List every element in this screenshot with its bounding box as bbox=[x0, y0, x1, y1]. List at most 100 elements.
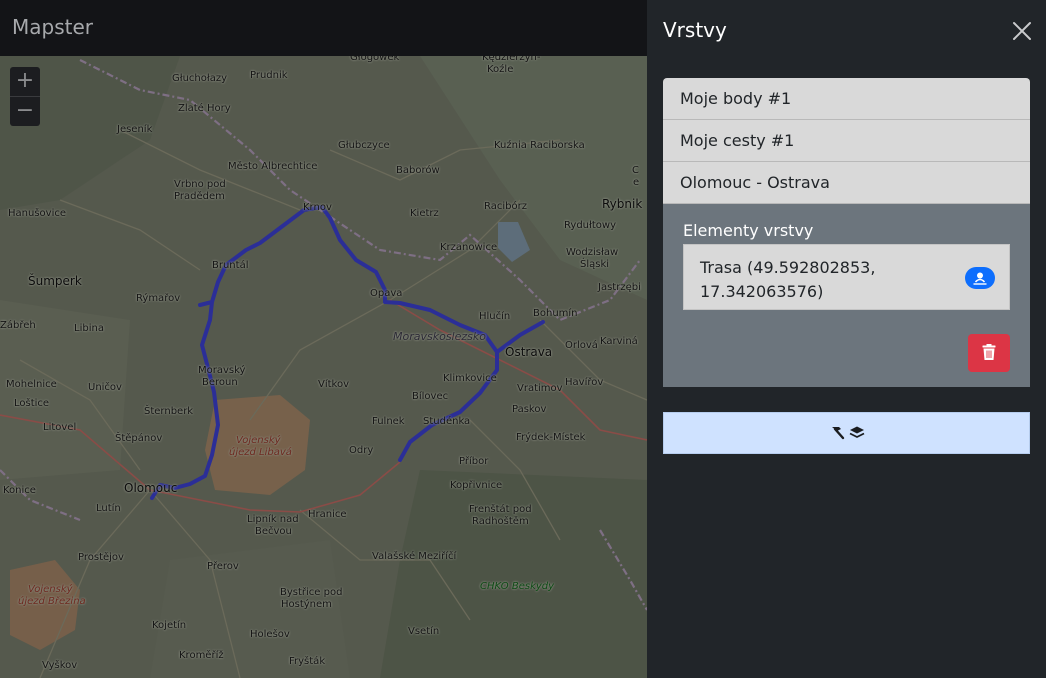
map-tiles bbox=[0, 56, 647, 678]
map-label-bystrice-2: Hostýnem bbox=[281, 599, 332, 610]
map-label-pribor: Příbor bbox=[459, 456, 489, 467]
map-label-opava: Opava bbox=[370, 288, 403, 299]
layer-list: Moje body #1 Moje cesty #1 Olomouc - Ost… bbox=[663, 78, 1030, 387]
map-label-bystrice-1: Bystřice pod bbox=[280, 587, 343, 598]
map-label-bruntal: Bruntál bbox=[212, 260, 249, 271]
map-label-glucholazy: Głuchołazy bbox=[172, 73, 228, 84]
map-label-frydek: Frýdek-Místek bbox=[516, 432, 586, 443]
map-label-glubczyce: Głubczyce bbox=[338, 140, 390, 151]
map-label-stepanov: Štěpánov bbox=[115, 433, 163, 444]
map-label-holesov: Holešov bbox=[250, 629, 290, 640]
map-label-orlova: Orlová bbox=[565, 340, 598, 351]
layer-element-card[interactable]: Trasa (49.592802853, 17.342063576) bbox=[683, 244, 1010, 310]
layers-panel: Vrstvy Moje body #1 Moje cesty #1 Olomou… bbox=[647, 0, 1046, 678]
map-label-odry: Odry bbox=[349, 445, 374, 456]
layer-item-olomouc-ostrava[interactable]: Olomouc - Ostrava bbox=[663, 162, 1030, 204]
map-label-krnov: Krnov bbox=[303, 202, 332, 213]
delete-layer-button[interactable] bbox=[968, 334, 1010, 372]
map-label-olomouc: Olomouc bbox=[124, 481, 178, 495]
map-label-losice: Loštice bbox=[14, 398, 50, 409]
element-locate-button[interactable] bbox=[965, 267, 995, 289]
app-root: Prudnik Głogówek Kędzierzyn- Koźle Głuch… bbox=[0, 0, 1046, 678]
map-label-chko: CHKO Beskydy bbox=[480, 581, 555, 592]
map-label-moravsky-beroun-2: Beroun bbox=[202, 377, 238, 388]
map-label-studenka: Studénka bbox=[423, 416, 471, 427]
layer-detail: Elementy vrstvy Trasa (49.592802853, 17.… bbox=[663, 204, 1030, 387]
map-label-kojetin: Kojetín bbox=[152, 620, 187, 631]
map-label-havirov: Havířov bbox=[565, 377, 604, 388]
layer-item-moje-body[interactable]: Moje body #1 bbox=[663, 78, 1030, 120]
map-label-libina: Libina bbox=[74, 323, 104, 334]
map-label-frystak: Fryšták bbox=[289, 656, 326, 667]
map-label-vojensky-brezina-2: újezd Březina bbox=[18, 596, 86, 607]
map-label-prudnik: Prudnik bbox=[250, 70, 288, 81]
zoom-out-button[interactable]: − bbox=[10, 96, 40, 126]
trash-icon bbox=[982, 344, 996, 360]
map-label-jesenik: Jeseník bbox=[117, 124, 153, 135]
map-label-vsetin: Vsetín bbox=[408, 626, 440, 637]
map-label-hanusovice: Hanušovice bbox=[8, 208, 66, 219]
map-label-sternberk: Šternberk bbox=[144, 406, 194, 417]
map-label-unicov: Uničov bbox=[88, 382, 122, 393]
map-label-prerov: Přerov bbox=[207, 561, 239, 572]
close-icon bbox=[1013, 22, 1031, 40]
map-label-frenstat-2: Radhoštěm bbox=[472, 516, 529, 527]
map-label-sumperk: Šumperk bbox=[28, 274, 82, 288]
map-label-mesto-albrechtice: Město Albrechtice bbox=[228, 161, 318, 172]
map-label-kietrz: Kietrz bbox=[410, 208, 439, 219]
map-label-frenstat-1: Frenštát pod bbox=[469, 504, 532, 515]
map-label-e-edge: e bbox=[633, 177, 640, 188]
map-label-vojensky-libava-2: újezd Libavá bbox=[229, 447, 292, 458]
map-label-moravsky-beroun-1: Moravský bbox=[198, 365, 246, 376]
map-label-wodzislaw-1: Wodzisław bbox=[566, 247, 619, 258]
map-label-karvina: Karviná bbox=[600, 336, 638, 347]
map-label-krzanowice: Krzanowice bbox=[440, 242, 498, 253]
map-label-klimkovice: Klimkovice bbox=[443, 373, 497, 384]
app-brand[interactable]: Mapster bbox=[12, 15, 93, 39]
map-view[interactable]: Prudnik Głogówek Kędzierzyn- Koźle Głuch… bbox=[0, 0, 647, 678]
map-label-kozle: Koźle bbox=[487, 64, 514, 75]
map-label-rydultowy: Rydułtowy bbox=[564, 220, 616, 231]
map-label-vrbno-1: Vrbno pod bbox=[174, 179, 226, 190]
map-label-vojensky-libava-1: Vojenský bbox=[236, 435, 281, 446]
map-label-rybnik: Rybnik bbox=[602, 197, 643, 211]
map-label-lipnik-2: Bečvou bbox=[255, 526, 292, 537]
map-label-ostrava: Ostrava bbox=[505, 345, 553, 359]
map-label-c-edge: C bbox=[632, 165, 639, 176]
map-label-jastrzebie: Jastrzębi bbox=[598, 282, 641, 293]
map-label-fulnek: Fulnek bbox=[372, 416, 405, 427]
top-navbar: Mapster bbox=[0, 0, 647, 56]
map-label-kuznia: Kuźnia Raciborska bbox=[494, 140, 585, 151]
map-label-kromeriz: Kroměříž bbox=[179, 650, 224, 661]
map-label-rymarov: Rýmařov bbox=[136, 293, 181, 304]
person-pin-icon bbox=[973, 272, 987, 285]
layer-elements-title: Elementy vrstvy bbox=[683, 221, 814, 240]
zoom-in-button[interactable]: + bbox=[10, 67, 40, 96]
map-label-litovel: Litovel bbox=[43, 422, 77, 433]
map-label-vyskov: Vyškov bbox=[42, 660, 78, 671]
close-button[interactable] bbox=[1011, 20, 1033, 42]
zoom-control: + − bbox=[10, 67, 40, 126]
hammer-layers-icon bbox=[832, 426, 865, 440]
map-label-hlucin: Hlučín bbox=[479, 311, 511, 322]
map-label-vratimov: Vratimov bbox=[517, 383, 563, 394]
map-label-vojensky-brezina-1: Vojenský bbox=[28, 584, 73, 595]
map-label-vitkov: Vítkov bbox=[318, 379, 350, 390]
map-label-zabreh: Zábřeh bbox=[0, 320, 36, 331]
map-label-prostejov: Prostějov bbox=[78, 552, 124, 563]
map-label-baborow: Baborów bbox=[396, 165, 440, 176]
map-label-bohumin: Bohumín bbox=[533, 308, 578, 319]
layer-item-moje-cesty[interactable]: Moje cesty #1 bbox=[663, 120, 1030, 162]
map-label-koprivnice: Kopřivnice bbox=[450, 480, 503, 491]
map-label-lipnik-1: Lipník nad bbox=[247, 514, 299, 525]
map-label-konice: Konice bbox=[3, 485, 36, 496]
map-label-raciborz: Racibórz bbox=[484, 201, 527, 212]
map-label-moravskoslezsko: Moravskoslezsko bbox=[393, 330, 486, 343]
map-label-valasske: Valašské Meziříčí bbox=[372, 551, 457, 562]
panel-title: Vrstvy bbox=[663, 18, 727, 42]
map-label-zlate-hory: Zlaté Hory bbox=[178, 103, 231, 114]
edit-layers-button[interactable] bbox=[663, 412, 1030, 454]
map-label-paskov: Paskov bbox=[512, 404, 547, 415]
map-label-mohelnice: Mohelnice bbox=[6, 379, 57, 390]
element-label: Trasa (49.592802853, 17.342063576) bbox=[700, 258, 876, 301]
